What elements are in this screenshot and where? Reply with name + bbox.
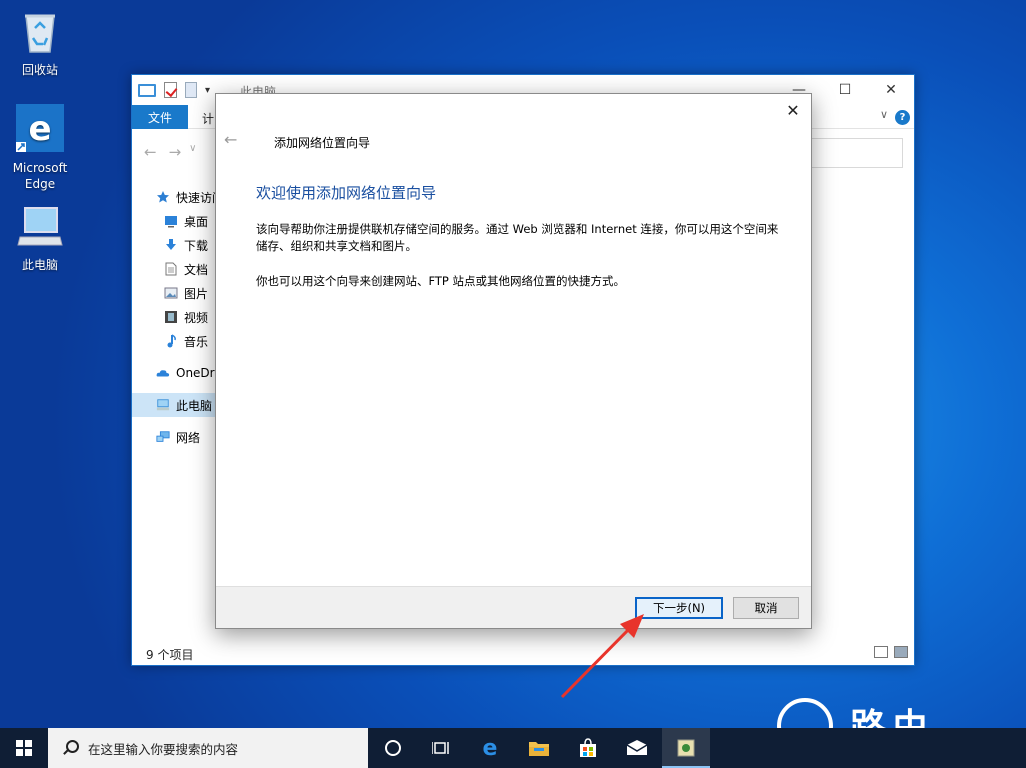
desktop-icon-label: 此电脑: [21, 258, 58, 272]
properties-icon[interactable]: [164, 82, 177, 98]
edge-icon: e: [5, 104, 75, 156]
recycle-bin-icon: [5, 8, 75, 58]
quick-access-toolbar: ▾: [138, 82, 210, 98]
add-network-location-wizard: ✕ ← 添加网络位置向导 欢迎使用添加网络位置向导 该向导帮助你注册提供联机存储…: [215, 93, 812, 629]
back-arrow-icon[interactable]: ←: [224, 130, 237, 149]
large-icons-view-icon[interactable]: [894, 646, 908, 658]
this-pc-icon: [5, 205, 75, 253]
search-icon: [62, 740, 79, 756]
new-folder-icon[interactable]: [185, 82, 197, 98]
tab-computer[interactable]: 计: [202, 110, 214, 127]
edge-icon: e: [483, 737, 498, 759]
windows-logo-icon: [16, 740, 32, 756]
nav-label: 视频: [184, 310, 209, 325]
task-view-icon: [432, 742, 449, 754]
network-wizard-icon: [677, 739, 695, 757]
nav-label: 网络: [176, 430, 201, 445]
nav-label: 图片: [184, 286, 209, 301]
desktop-icon-label: Microsoft Edge: [12, 161, 68, 191]
cortana-icon: [385, 740, 401, 756]
cancel-button[interactable]: 取消: [733, 597, 799, 619]
onedrive-icon: [156, 370, 170, 377]
taskbar-edge[interactable]: e: [466, 728, 514, 768]
taskbar: 在这里输入你要搜索的内容 e: [0, 728, 1026, 768]
video-icon: [165, 311, 177, 323]
tab-file[interactable]: 文件: [132, 105, 188, 129]
search-input[interactable]: [803, 138, 903, 168]
desktop-icon-edge[interactable]: e Microsoft Edge: [5, 104, 75, 192]
cortana-button[interactable]: [369, 728, 417, 768]
wizard-footer: 下一步(N) 取消: [216, 586, 811, 628]
nav-label: 音乐: [184, 334, 209, 349]
folder-icon: [529, 742, 549, 756]
chevron-down-icon[interactable]: ∨: [189, 143, 196, 161]
nav-label: OneDri: [176, 366, 218, 380]
taskbar-search-box[interactable]: 在这里输入你要搜索的内容: [48, 728, 368, 768]
close-icon[interactable]: ✕: [781, 98, 805, 122]
svg-text:e: e: [28, 109, 51, 149]
svg-text:e: e: [483, 737, 498, 759]
task-view-button[interactable]: [417, 728, 465, 768]
search-placeholder: 在这里输入你要搜索的内容: [88, 741, 239, 757]
details-view-icon[interactable]: [874, 646, 888, 658]
view-toggle: [874, 646, 908, 658]
back-icon[interactable]: ←: [144, 143, 157, 161]
nav-label: 文档: [184, 262, 209, 277]
wizard-title: 添加网络位置向导: [274, 136, 371, 150]
nav-label: 此电脑: [176, 398, 213, 413]
picture-icon: [164, 287, 178, 299]
wizard-heading: 欢迎使用添加网络位置向导: [256, 184, 437, 202]
nav-label: 下载: [184, 238, 209, 253]
chevron-down-icon[interactable]: ▾: [205, 85, 210, 96]
desktop-icon-this-pc[interactable]: 此电脑: [5, 205, 75, 273]
mail-icon: [626, 740, 648, 755]
computer-icon: [138, 83, 156, 97]
chevron-down-icon[interactable]: ∨: [880, 108, 888, 121]
nav-label: 桌面: [184, 214, 209, 229]
music-icon: [167, 334, 176, 348]
wizard-description: 该向导帮助你注册提供联机存储空间的服务。通过 Web 浏览器和 Internet…: [256, 222, 779, 253]
network-icon: [156, 431, 170, 442]
download-icon: [166, 239, 176, 250]
wizard-description-secondary: 你也可以用这个向导来创建网站、FTP 站点或其他网络位置的快捷方式。: [256, 274, 626, 288]
status-bar: 9 个项目: [132, 641, 914, 665]
document-icon: [165, 262, 177, 276]
taskbar-mail[interactable]: [613, 728, 661, 768]
desktop-icon-label: 回收站: [21, 63, 58, 77]
star-icon: [157, 191, 169, 203]
desktop-icon-recycle-bin[interactable]: 回收站: [5, 8, 75, 78]
close-button[interactable]: ✕: [868, 75, 914, 105]
store-icon: [580, 738, 596, 757]
this-pc-icon: [156, 399, 170, 411]
desktop-icon: [165, 216, 177, 228]
taskbar-store[interactable]: [564, 728, 612, 768]
maximize-button[interactable]: ☐: [822, 75, 868, 105]
nav-arrows: ← → ∨: [144, 143, 196, 161]
taskbar-network-wizard[interactable]: [662, 728, 710, 768]
item-count: 9 个项目: [146, 648, 194, 662]
start-button[interactable]: [0, 728, 48, 768]
next-button[interactable]: 下一步(N): [635, 597, 723, 619]
taskbar-file-explorer[interactable]: [515, 728, 563, 768]
forward-icon[interactable]: →: [169, 143, 182, 161]
help-icon[interactable]: ?: [895, 110, 910, 125]
